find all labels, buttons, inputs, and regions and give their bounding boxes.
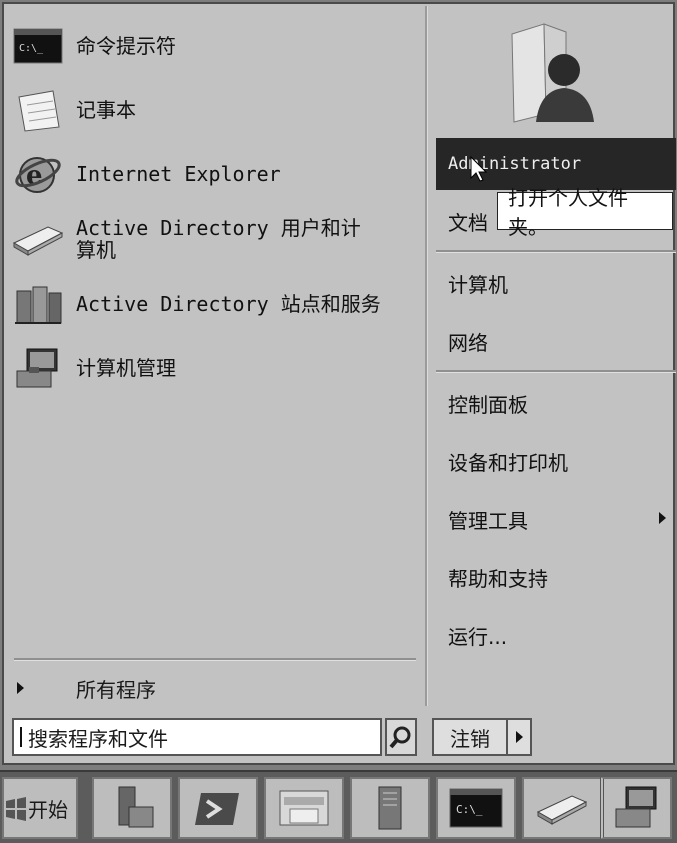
program-label: Active Directory 站点和服务 — [76, 292, 381, 316]
programs-pane: C:\_ 命令提示符 记事本 e Internet Explorer Activ… — [4, 4, 424, 764]
menu-item-label: 控制面板 — [448, 392, 528, 417]
program-command-prompt[interactable]: C:\_ 命令提示符 — [10, 18, 410, 74]
user-name: Administrator — [448, 154, 582, 174]
shutdown-options-button[interactable] — [508, 720, 530, 754]
tooltip: 打开个人文件夹。 — [497, 186, 673, 239]
program-ad-users-computers[interactable]: Active Directory 用户和计算机 — [10, 206, 410, 272]
ad-sites-services-icon — [10, 280, 66, 328]
menu-item-label: 运行... — [448, 624, 508, 649]
command-prompt-icon: C:\_ — [449, 788, 503, 828]
program-label: Active Directory 用户和计算机 — [76, 216, 361, 262]
pane-divider — [425, 6, 428, 706]
admin-tools-icon — [378, 786, 402, 830]
mouse-cursor-icon — [470, 156, 488, 182]
user-picture[interactable] — [504, 14, 604, 124]
right-divider — [436, 370, 676, 373]
taskbar-ad-users-computers[interactable] — [522, 777, 602, 839]
taskbar-powershell[interactable] — [178, 777, 258, 839]
menu-item-computer[interactable]: 计算机 — [436, 260, 668, 306]
program-label: Internet Explorer — [76, 162, 281, 186]
menu-item-label: 网络 — [448, 330, 488, 355]
ad-users-computers-icon — [10, 215, 66, 263]
program-internet-explorer[interactable]: e Internet Explorer — [10, 146, 410, 202]
svg-text:C:\_: C:\_ — [456, 803, 483, 816]
notepad-icon — [10, 86, 66, 134]
menu-item-label: 设备和打印机 — [448, 450, 568, 475]
windows-logo-icon — [6, 797, 26, 821]
chevron-right-icon — [515, 731, 523, 743]
program-computer-management[interactable]: 计算机管理 — [10, 340, 410, 396]
search-input[interactable]: 搜索程序和文件 — [12, 718, 382, 756]
menu-item-label: 计算机 — [448, 272, 508, 297]
program-label: 记事本 — [76, 98, 136, 122]
menu-item-control-panel[interactable]: 控制面板 — [436, 380, 668, 426]
search-placeholder: 搜索程序和文件 — [28, 726, 168, 751]
taskbar-computer-management[interactable] — [600, 777, 672, 839]
command-prompt-icon: C:\_ — [10, 22, 66, 70]
menu-item-run[interactable]: 运行... — [436, 612, 668, 658]
menu-item-devices-printers[interactable]: 设备和打印机 — [436, 438, 668, 484]
text-caret — [20, 727, 22, 747]
start-button[interactable]: 开始 — [2, 777, 78, 839]
taskbar-command-prompt[interactable]: C:\_ — [436, 777, 516, 839]
menu-item-network[interactable]: 网络 — [436, 318, 668, 364]
ad-users-computers-icon — [536, 795, 588, 825]
logoff-label: 注销 — [450, 726, 490, 751]
computer-management-icon — [10, 344, 66, 392]
all-programs[interactable]: 所有程序 — [12, 672, 412, 704]
logoff-button-group: 注销 — [432, 718, 532, 756]
menu-item-help-support[interactable]: 帮助和支持 — [436, 554, 668, 600]
search-icon — [389, 726, 411, 749]
program-ad-sites-services[interactable]: Active Directory 站点和服务 — [10, 276, 410, 332]
taskbar: 开始 C:\_ — [0, 770, 677, 843]
menu-item-admin-tools[interactable]: 管理工具 — [436, 496, 668, 542]
chevron-right-icon — [17, 682, 24, 694]
user-folder-icon — [511, 23, 594, 123]
server-manager-icon — [118, 786, 154, 828]
taskbar-admin-tools[interactable] — [350, 777, 430, 839]
menu-item-label: 文档 — [448, 210, 488, 235]
start-label: 开始 — [28, 797, 68, 822]
right-divider — [436, 250, 676, 253]
menu-item-label: 管理工具 — [448, 508, 528, 533]
taskbar-explorer[interactable] — [264, 777, 344, 839]
search-button[interactable] — [385, 718, 417, 756]
powershell-icon — [195, 793, 239, 825]
taskbar-server-manager[interactable] — [92, 777, 172, 839]
all-programs-label: 所有程序 — [76, 677, 156, 702]
program-notepad[interactable]: 记事本 — [10, 82, 410, 138]
explorer-icon — [279, 790, 329, 826]
logoff-button[interactable]: 注销 — [434, 720, 508, 754]
programs-divider — [14, 658, 416, 661]
program-label: 命令提示符 — [76, 34, 176, 58]
svg-text:C:\_: C:\_ — [19, 43, 44, 54]
start-menu: C:\_ 命令提示符 记事本 e Internet Explorer Activ… — [2, 2, 676, 765]
menu-item-label: 帮助和支持 — [448, 566, 548, 591]
program-label: 计算机管理 — [76, 356, 176, 380]
internet-explorer-icon: e — [10, 150, 66, 198]
computer-management-icon — [615, 786, 657, 828]
chevron-right-icon — [659, 512, 666, 524]
